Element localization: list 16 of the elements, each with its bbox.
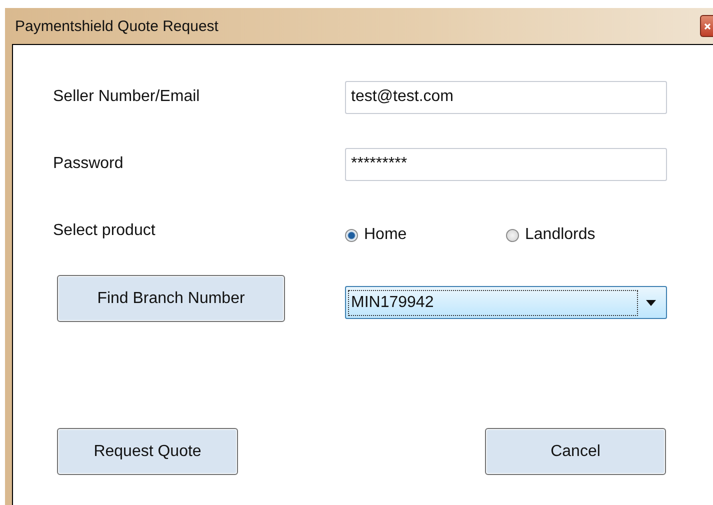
field-label: Password (53, 154, 124, 173)
window-title: Paymentshield Quote Request (15, 18, 218, 34)
dropdown-value: MIN179942 (348, 290, 638, 316)
field-label: Seller Number/Email (53, 87, 201, 106)
field-label: Select product (53, 221, 156, 240)
request-quote-button[interactable]: Request Quote (57, 428, 238, 475)
find-branch-button[interactable]: Find Branch Number (57, 275, 285, 322)
radio-option[interactable]: Home (345, 226, 506, 244)
close-icon (704, 22, 710, 30)
input-field[interactable]: test@test.com (345, 81, 667, 114)
branch-dropdown[interactable]: MIN179942 (345, 286, 667, 319)
close-button[interactable] (700, 15, 713, 37)
cancel-button[interactable]: Cancel (485, 428, 666, 475)
caret-icon (646, 300, 656, 306)
radio-option[interactable]: Landlords (506, 226, 667, 244)
input-field[interactable]: ********* (345, 148, 667, 181)
